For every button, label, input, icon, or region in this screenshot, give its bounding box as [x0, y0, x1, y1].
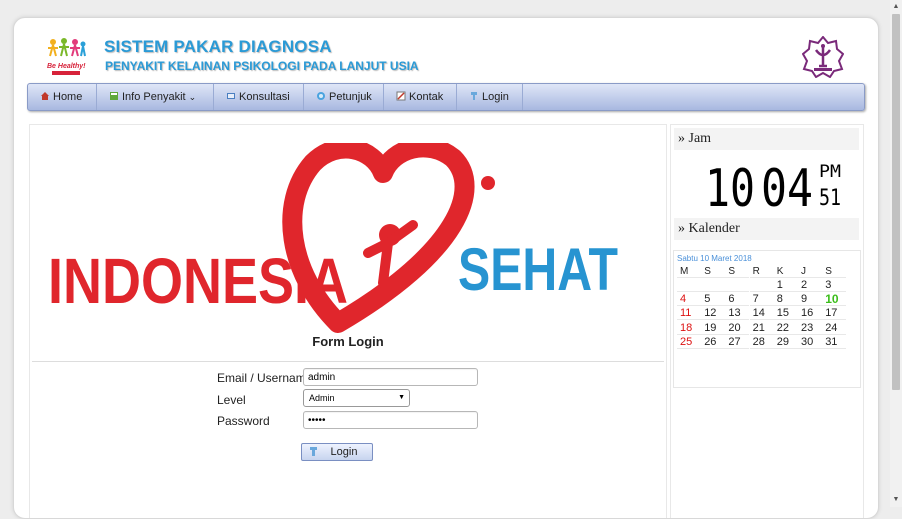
nav-login-label: Login	[482, 91, 509, 103]
form-divider	[32, 361, 664, 362]
calendar-day[interactable]: 25	[677, 336, 701, 349]
nav-petunjuk-label: Petunjuk	[329, 91, 372, 103]
clock-seconds: 51	[819, 186, 841, 211]
calendar-day[interactable]: 12	[701, 307, 726, 321]
level-select[interactable]: Admin ▼	[303, 389, 410, 407]
calendar-day[interactable]: 21	[749, 322, 774, 335]
calendar-empty-cell	[725, 279, 750, 292]
calendar-widget-title: » Kalender	[674, 218, 859, 240]
calendar-weekday: J	[798, 265, 822, 278]
login-button-label: Login	[330, 446, 358, 458]
nav-login[interactable]: Login	[457, 84, 523, 110]
calendar-caption: Sabtu 10 Maret 2018	[677, 254, 752, 263]
calendar-day[interactable]: 27	[725, 336, 750, 349]
calendar-day[interactable]: 20	[725, 322, 750, 335]
calendar-empty-cell	[677, 279, 701, 292]
level-select-value: Admin	[309, 393, 335, 403]
email-label: Email / Username	[217, 371, 313, 385]
logo-text: Be Healthy!	[47, 63, 86, 70]
password-label: Password	[217, 414, 270, 428]
info-icon	[110, 92, 118, 100]
nav-kontak-label: Kontak	[409, 91, 444, 103]
main-navbar: Home Info Penyakit ⌄ Konsultasi Petunjuk…	[27, 83, 865, 111]
calendar-day[interactable]: 13	[725, 307, 750, 321]
digital-clock: 10 04 PM 51	[705, 159, 841, 212]
dropdown-arrow-icon: ▼	[398, 394, 405, 401]
calendar-empty-cell	[701, 279, 726, 292]
calendar-day[interactable]: 17	[822, 307, 847, 321]
calendar-weekday: R	[749, 265, 774, 278]
scrollbar-thumb[interactable]	[892, 14, 900, 390]
login-button[interactable]: Login	[301, 443, 373, 461]
calendar-day[interactable]: 2	[798, 279, 822, 292]
calendar-day[interactable]: 8	[773, 293, 798, 307]
site-subtitle: PENYAKIT KELAINAN PSIKOLOGI PADA LANJUT …	[105, 59, 419, 73]
calendar-day[interactable]: 4	[677, 293, 701, 307]
calendar-day[interactable]: 29	[773, 336, 798, 349]
banner-indonesia-text: INDONESIA	[48, 245, 348, 317]
nav-info-label: Info Penyakit	[122, 91, 186, 103]
clock-hours: 10	[705, 159, 755, 212]
calendar-weekday: S	[822, 265, 847, 278]
institution-seal-icon	[802, 36, 844, 78]
vertical-scrollbar[interactable]: ▲ ▼	[890, 0, 902, 507]
site-title: SISTEM PAKAR DIAGNOSA	[104, 37, 332, 56]
calendar-day[interactable]: 19	[701, 322, 726, 335]
calendar-day[interactable]: 10	[822, 293, 847, 307]
calendar-day[interactable]: 14	[749, 307, 774, 321]
calendar-day[interactable]: 26	[701, 336, 726, 349]
form-title: Form Login	[312, 334, 384, 349]
calendar-day[interactable]: 6	[725, 293, 750, 307]
home-icon	[41, 92, 49, 100]
chat-icon	[227, 93, 235, 99]
calendar-day[interactable]: 30	[798, 336, 822, 349]
calendar-day[interactable]: 31	[822, 336, 847, 349]
password-input[interactable]: •••••	[303, 411, 478, 429]
calendar: Sabtu 10 Maret 2018 M S S R K J S 1 2 3 4 5 6 7 8 9 10 11…	[673, 250, 861, 388]
calendar-weekday: S	[701, 265, 726, 278]
clock-minutes: 04	[761, 159, 813, 212]
nav-home-label: Home	[53, 91, 83, 103]
calendar-day[interactable]: 18	[677, 322, 701, 335]
indonesia-sehat-banner: INDONESIA SEHAT	[48, 143, 618, 333]
clock-ampm: PM	[819, 162, 841, 182]
calendar-empty-cell	[749, 279, 774, 292]
banner-sehat-text: SEHAT	[458, 236, 618, 303]
calendar-day[interactable]: 23	[798, 322, 822, 335]
help-icon	[317, 92, 325, 100]
nav-home[interactable]: Home	[28, 84, 97, 110]
calendar-day[interactable]: 24	[822, 322, 847, 335]
nav-kontak[interactable]: Kontak	[384, 84, 457, 110]
chevron-down-icon: ⌄	[188, 92, 197, 102]
email-input[interactable]: admin	[303, 368, 478, 386]
calendar-weekday: K	[773, 265, 798, 278]
calendar-day[interactable]: 16	[798, 307, 822, 321]
scroll-down-icon[interactable]: ▼	[890, 493, 902, 507]
calendar-day[interactable]: 9	[798, 293, 822, 307]
calendar-weekday: S	[725, 265, 750, 278]
calendar-day[interactable]: 28	[749, 336, 774, 349]
calendar-day[interactable]: 7	[749, 293, 774, 307]
be-healthy-logo: Be Healthy!	[44, 36, 88, 78]
main-content: INDONESIA SEHAT Form Login Email / Usern…	[29, 124, 667, 518]
key-icon	[310, 447, 317, 456]
nav-info-penyakit[interactable]: Info Penyakit ⌄	[97, 84, 214, 110]
page-container: Be Healthy! SISTEM PAKAR DIAGNOSA PENYAK…	[13, 17, 879, 519]
calendar-day[interactable]: 11	[677, 307, 701, 321]
nav-konsultasi[interactable]: Konsultasi	[214, 84, 304, 110]
calendar-day[interactable]: 15	[773, 307, 798, 321]
calendar-day[interactable]: 5	[701, 293, 726, 307]
clock-widget-title: » Jam	[674, 128, 859, 150]
calendar-day[interactable]: 3	[822, 279, 847, 292]
key-icon	[471, 92, 477, 100]
sidebar: » Jam 10 04 PM 51 » Kalender Sabtu 10 Ma…	[670, 124, 864, 518]
calendar-day[interactable]: 22	[773, 322, 798, 335]
calendar-weekday: M	[677, 265, 701, 278]
calendar-day[interactable]: 1	[773, 279, 798, 292]
contact-icon	[396, 91, 406, 101]
nav-petunjuk[interactable]: Petunjuk	[304, 84, 384, 110]
nav-konsultasi-label: Konsultasi	[239, 91, 290, 103]
level-label: Level	[217, 393, 246, 407]
scroll-up-icon[interactable]: ▲	[890, 0, 902, 14]
